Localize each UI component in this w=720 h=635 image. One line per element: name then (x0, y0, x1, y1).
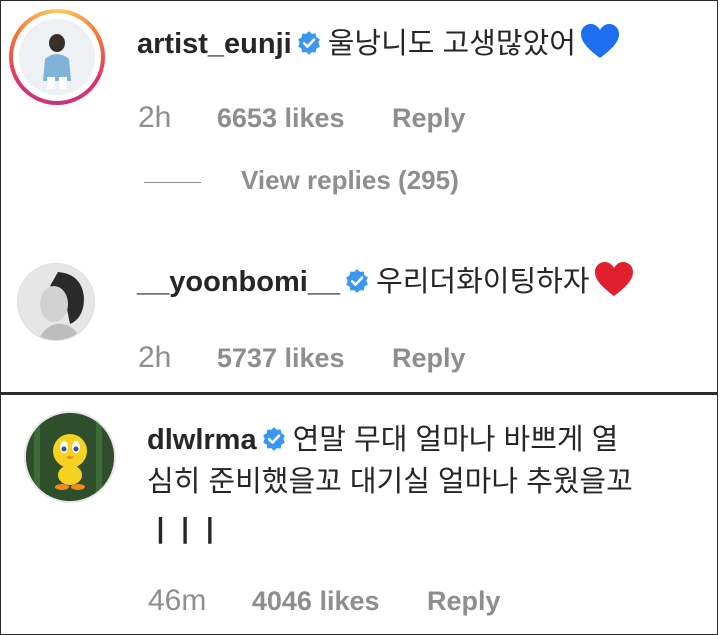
comment-body: __yoonbomi__ 우리더화이팅하자 (137, 261, 634, 302)
avatar[interactable] (19, 19, 95, 95)
comment-text-line-2: 심히 준비했을꼬 대기실 얼마나 추웠을꼬 (147, 466, 633, 498)
blue-heart-icon (580, 24, 619, 58)
likes-count[interactable]: 6653 likes (217, 103, 345, 133)
tweety-avatar-icon (26, 413, 114, 501)
comment-text: 울낭니도 고생많았어 (327, 28, 576, 60)
comment-text-line-1: 연말 무대 얼마나 바쁘게 열 (292, 424, 619, 456)
divider-line (144, 181, 201, 183)
comments-panel-top: artist_eunji 울낭니도 고생많았어 2h 6653 likes Rep… (0, 0, 718, 393)
likes-count[interactable]: 4046 likes (252, 586, 380, 616)
reply-button[interactable]: Reply (392, 343, 466, 373)
avatar[interactable] (24, 411, 116, 503)
comment-text: 우리더화이팅하자 (376, 266, 590, 298)
reply-button[interactable]: Reply (427, 586, 501, 616)
comment-text-line-3: ㅣㅣㅣ (147, 516, 223, 548)
reply-button[interactable]: Reply (392, 103, 466, 133)
avatar[interactable] (17, 263, 95, 341)
username-link[interactable]: dlwlrma (147, 424, 257, 456)
comment-meta: 46m 4046 likes Reply (148, 584, 501, 618)
verified-badge-icon (262, 427, 285, 451)
comment-meta: 2h 6653 likes Reply (138, 101, 466, 135)
likes-count[interactable]: 5737 likes (217, 343, 345, 373)
view-replies-button[interactable]: View replies (295) (144, 165, 459, 196)
verified-badge-icon (346, 269, 368, 293)
avatar-photo-icon (18, 264, 94, 340)
timestamp: 46m (148, 584, 207, 617)
verified-badge-icon (297, 31, 320, 55)
comment-body: dlwlrma 연말 무대 얼마나 바쁘게 열 (147, 420, 618, 460)
red-heart-icon (594, 262, 633, 296)
comment-body: artist_eunji 울낭니도 고생많았어 (137, 23, 620, 64)
username-link[interactable]: artist_eunji (137, 28, 292, 60)
timestamp: 2h (138, 341, 172, 374)
username-link[interactable]: __yoonbomi__ (137, 266, 340, 298)
view-replies-label: View replies (295) (241, 165, 459, 195)
timestamp: 2h (138, 101, 172, 134)
comment-meta: 2h 5737 likes Reply (138, 341, 466, 375)
avatar-photo-icon (19, 19, 95, 95)
